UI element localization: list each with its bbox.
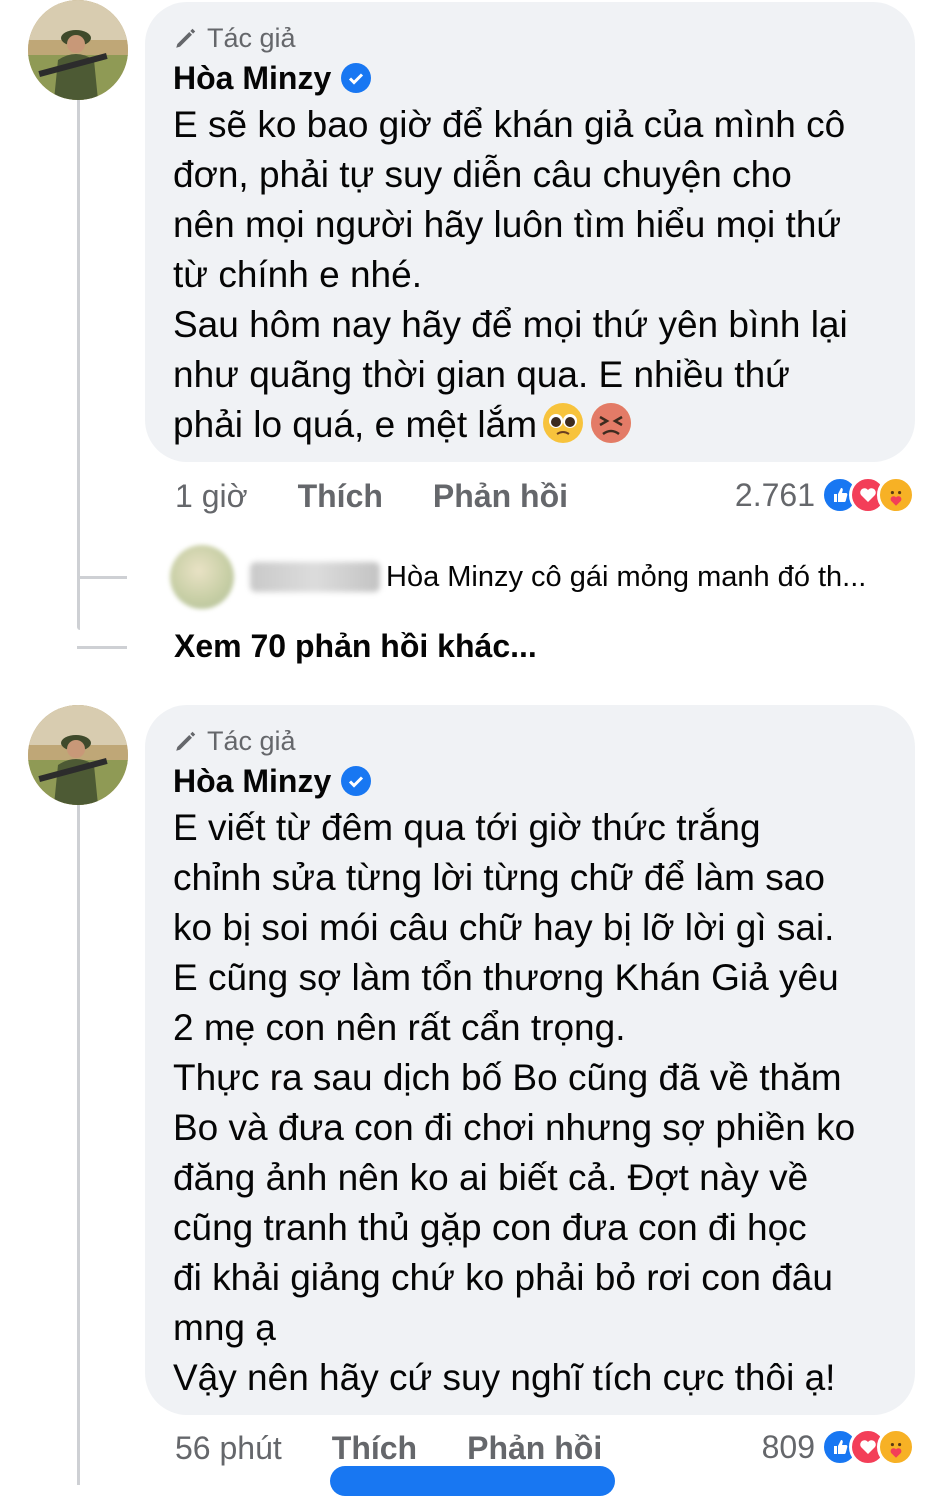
reply-preview[interactable]: Hòa Minzy cô gái mỏng manh đó th...	[170, 545, 866, 609]
reply-button[interactable]: Phản hồi	[433, 478, 568, 515]
avatar[interactable]	[28, 0, 128, 100]
author-badge: Tác giả	[173, 723, 887, 759]
comment-time[interactable]: 56 phút	[175, 1430, 282, 1467]
author-badge-label: Tác giả	[207, 725, 296, 756]
comment-bubble: Tác giả Hòa Minzy E sẽ ko bao giờ để khá…	[145, 2, 915, 462]
author-name[interactable]: Hòa Minzy	[173, 60, 331, 97]
reaction-summary[interactable]: 809	[762, 1428, 915, 1466]
reaction-count: 2.761	[734, 476, 815, 513]
view-more-replies-link[interactable]: Xem 70 phản hồi khác...	[174, 628, 537, 665]
care-icon	[877, 476, 915, 514]
care-icon	[877, 1428, 915, 1466]
reply-author-name-blurred	[250, 562, 380, 592]
reply-preview-text: Hòa Minzy cô gái mỏng manh đó th...	[386, 560, 867, 593]
comment-actions: 56 phút Thích Phản hồi	[175, 1430, 652, 1467]
comment-text: E viết từ đêm qua tới giờ thức trắng chỉ…	[173, 807, 856, 1398]
pencil-icon	[176, 731, 196, 751]
author-badge: Tác giả	[173, 20, 887, 56]
like-button[interactable]: Thích	[298, 478, 383, 515]
comment-bubble: Tác giả Hòa Minzy E viết từ đêm qua tới …	[145, 705, 915, 1415]
reply-button[interactable]: Phản hồi	[467, 1430, 602, 1467]
verified-badge-icon	[341, 766, 372, 796]
thread-line-vertical	[77, 100, 80, 630]
reply-avatar[interactable]	[170, 545, 234, 609]
like-button[interactable]: Thích	[332, 1430, 417, 1467]
pencil-icon	[176, 28, 196, 48]
avatar[interactable]	[28, 705, 128, 805]
reaction-summary[interactable]: 2.761	[735, 476, 915, 514]
verified-badge-icon	[341, 63, 372, 93]
thread-line-branch-2	[77, 646, 127, 649]
comment-actions: 1 giờ Thích Phản hồi	[175, 478, 618, 515]
bottom-overlay-bar[interactable]	[330, 1466, 615, 1496]
pleading-face-emoji	[543, 403, 584, 443]
thread-line-vertical-2	[77, 805, 80, 1485]
reaction-count: 809	[761, 1428, 815, 1465]
comment-time[interactable]: 1 giờ	[175, 478, 248, 515]
author-name[interactable]: Hòa Minzy	[173, 763, 331, 800]
thread-line-branch-1	[77, 576, 127, 579]
tired-face-emoji	[591, 403, 632, 443]
author-badge-label: Tác giả	[207, 22, 296, 53]
comment-text: E sẽ ko bao giờ để khán giả của mình cô …	[173, 104, 848, 445]
